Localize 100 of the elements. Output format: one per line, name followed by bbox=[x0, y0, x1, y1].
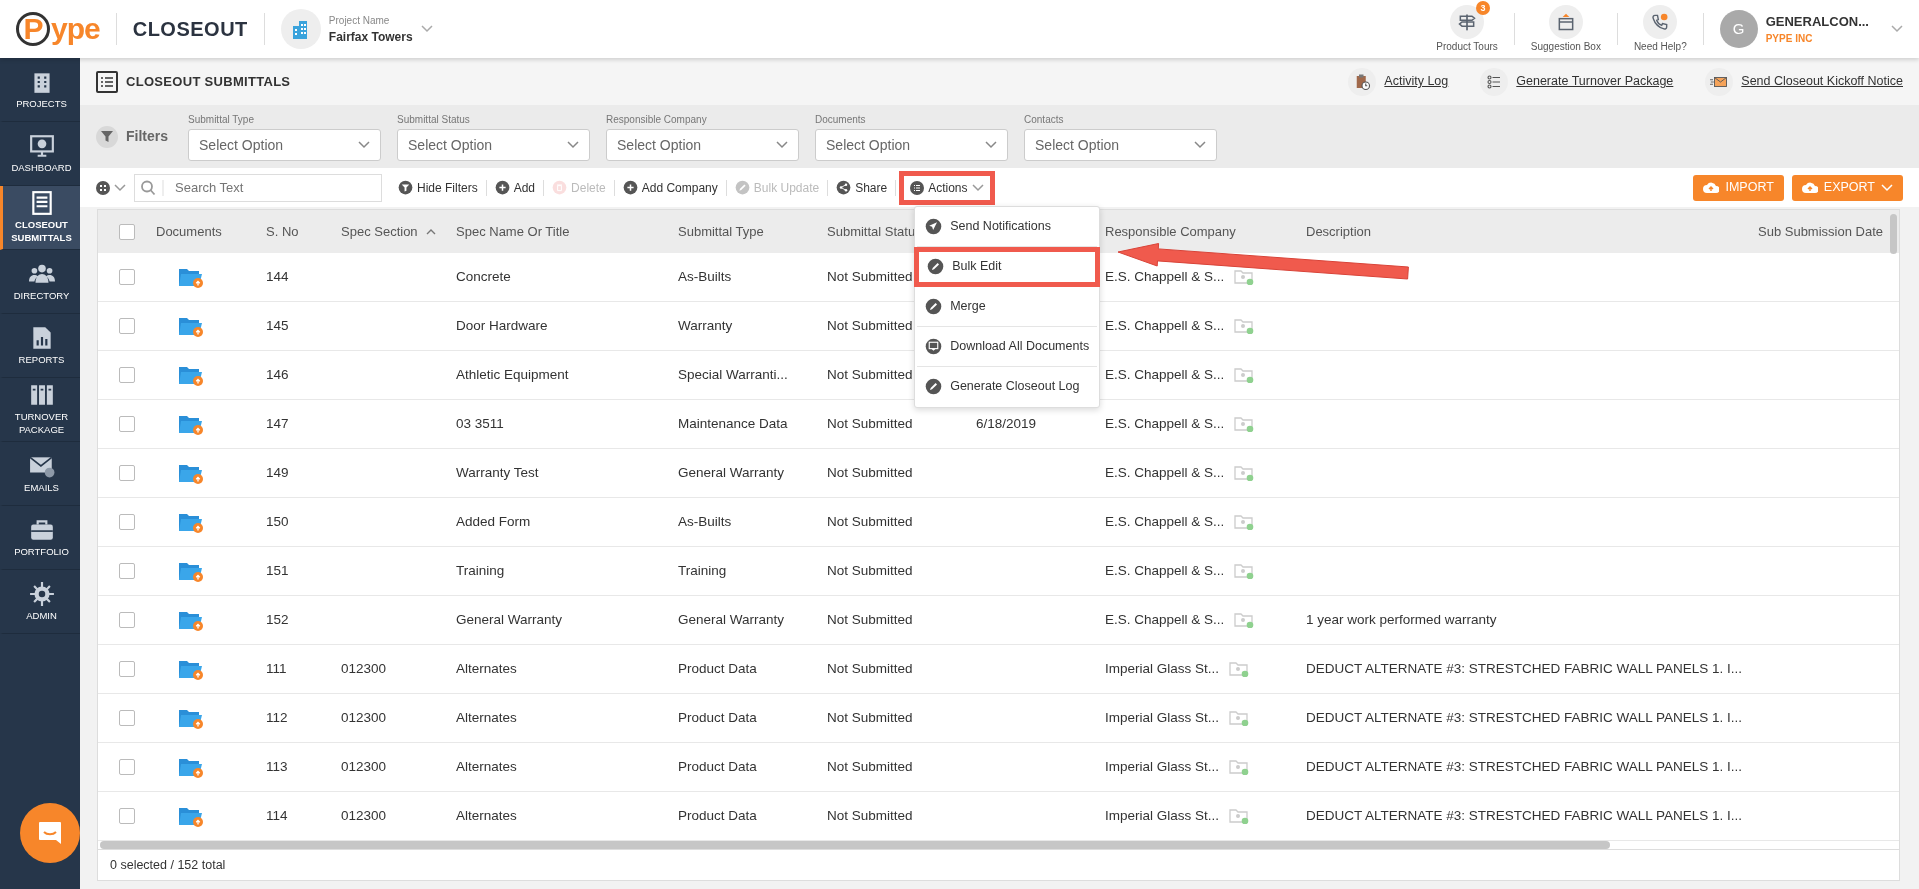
search-field[interactable]: Search Text bbox=[134, 173, 382, 202]
table-cell-text: Not Submitted bbox=[827, 659, 913, 678]
folder-upload-icon bbox=[178, 560, 204, 582]
table-cell-text: 012300 bbox=[341, 757, 387, 776]
table-cell-text: As-Builts bbox=[678, 267, 732, 286]
column-header[interactable]: Responsible Company bbox=[1105, 221, 1236, 242]
row-checkbox[interactable] bbox=[119, 563, 135, 579]
table-cell-text: Not Submitted bbox=[827, 806, 913, 825]
select-all-checkbox[interactable] bbox=[119, 223, 135, 240]
header-link[interactable]: Generate Turnover Package bbox=[1516, 72, 1674, 91]
header-link[interactable]: Activity Log bbox=[1384, 72, 1449, 91]
folder-upload-icon bbox=[178, 609, 204, 631]
column-header[interactable]: Submittal Statu bbox=[827, 221, 916, 242]
filter-label: Documents bbox=[815, 113, 867, 127]
sidebar-item[interactable]: EMAILS bbox=[0, 442, 80, 506]
view-toggle[interactable] bbox=[96, 180, 126, 195]
menu-item[interactable]: Bulk Edit bbox=[914, 246, 1101, 287]
row-checkbox[interactable] bbox=[119, 367, 135, 383]
contact-folder-icon bbox=[1234, 612, 1255, 628]
gear-icon bbox=[28, 580, 55, 607]
filter-dropdown[interactable]: Select Option bbox=[815, 129, 1008, 161]
sidebar-item[interactable]: TURNOVER PACKAGE bbox=[0, 378, 80, 442]
company-name: PYPE INC bbox=[1765, 32, 1814, 47]
table-cell-text: E.S. Chappell & S... bbox=[1105, 267, 1225, 286]
table-cell-text: Not Submitted bbox=[827, 365, 913, 384]
contact-folder-icon bbox=[1234, 269, 1255, 285]
row-checkbox[interactable] bbox=[119, 661, 135, 677]
folder-upload-icon bbox=[178, 658, 204, 680]
top-action-button[interactable] bbox=[1643, 4, 1678, 39]
folder-upload-icon bbox=[178, 511, 204, 533]
chevron-down-icon bbox=[971, 183, 984, 192]
pencil-icon bbox=[925, 297, 943, 315]
table-cell-text: Alternates bbox=[456, 659, 517, 678]
table-cell-text: Special Warranti... bbox=[678, 365, 788, 384]
horizontal-scrollbar[interactable] bbox=[100, 841, 1610, 849]
top-action-button[interactable] bbox=[1548, 4, 1583, 39]
table-cell-text: Not Submitted bbox=[827, 316, 913, 335]
contact-folder-icon bbox=[1229, 759, 1250, 775]
column-header[interactable]: Description bbox=[1306, 221, 1372, 242]
toolbar-button[interactable]: Hide Filters bbox=[390, 179, 487, 196]
chevron-down-icon bbox=[567, 141, 579, 149]
top-action-button[interactable] bbox=[1450, 4, 1485, 39]
row-checkbox[interactable] bbox=[119, 514, 135, 530]
contact-folder-icon bbox=[1234, 465, 1255, 481]
row-checkbox[interactable] bbox=[119, 269, 135, 285]
sidebar-item[interactable]: CLOSEOUT SUBMITTALS bbox=[0, 186, 80, 250]
table-cell-text: Imperial Glass St... bbox=[1105, 708, 1220, 727]
sidebar-item[interactable]: REPORTS bbox=[0, 314, 80, 378]
table-cell-text: 146 bbox=[266, 365, 289, 384]
table-cell-text: Door Hardware bbox=[456, 316, 548, 335]
contact-folder-icon bbox=[1234, 416, 1255, 432]
table-cell-text: Not Submitted bbox=[827, 708, 913, 727]
filter-icon bbox=[101, 130, 113, 143]
folder-upload-icon bbox=[178, 805, 204, 827]
user-name: GENERALCON... bbox=[1765, 12, 1869, 31]
chevron-down-icon bbox=[776, 141, 788, 149]
filter-dropdown[interactable]: Select Option bbox=[397, 129, 590, 161]
sidebar-item[interactable]: PORTFOLIO bbox=[0, 506, 80, 570]
table-cell-text: Training bbox=[678, 561, 727, 580]
filter-label: Responsible Company bbox=[606, 113, 708, 127]
row-checkbox[interactable] bbox=[119, 465, 135, 481]
contact-folder-icon bbox=[1234, 563, 1255, 579]
row-checkbox[interactable] bbox=[119, 416, 135, 432]
top-action-label: Suggestion Box bbox=[1530, 39, 1601, 54]
selection-count: 0 selected / 152 total bbox=[98, 849, 1899, 881]
column-header[interactable]: Sub Submission Date bbox=[1758, 221, 1883, 242]
row-checkbox[interactable] bbox=[119, 710, 135, 726]
vertical-scrollbar[interactable] bbox=[1890, 214, 1897, 254]
toolbar-button[interactable]: Add Company bbox=[614, 179, 727, 196]
project-name[interactable]: Fairfax Towers bbox=[328, 27, 413, 46]
column-header[interactable]: Spec Name Or Title bbox=[456, 221, 570, 242]
contact-folder-icon bbox=[1229, 661, 1250, 677]
toolbar-button[interactable]: Add bbox=[486, 179, 545, 196]
table-cell-text: E.S. Chappell & S... bbox=[1105, 561, 1225, 580]
sidebar-item[interactable]: DIRECTORY bbox=[0, 250, 80, 314]
header-link[interactable]: Send Closeout Kickoff Notice bbox=[1741, 72, 1903, 91]
column-header[interactable]: Documents bbox=[156, 221, 222, 242]
filter-dropdown[interactable]: Select Option bbox=[1024, 129, 1217, 161]
row-checkbox[interactable] bbox=[119, 759, 135, 775]
table-cell-text: As-Builts bbox=[678, 512, 732, 531]
sidebar-item[interactable]: ADMIN bbox=[0, 570, 80, 634]
table-cell-text: Product Data bbox=[678, 708, 757, 727]
row-checkbox[interactable] bbox=[119, 612, 135, 628]
table-cell-text: 152 bbox=[266, 610, 289, 629]
filter-dropdown[interactable]: Select Option bbox=[188, 129, 381, 161]
filter-label: Contacts bbox=[1024, 113, 1065, 127]
column-header[interactable]: Submittal Type bbox=[678, 221, 764, 242]
toolbar-button[interactable]: Share bbox=[828, 179, 897, 196]
row-checkbox[interactable] bbox=[119, 318, 135, 334]
filter-dropdown[interactable]: Select Option bbox=[606, 129, 799, 161]
actions-dropdown-button[interactable]: Actions bbox=[899, 170, 995, 205]
table-cell-text: Maintenance Data bbox=[678, 414, 788, 433]
row-checkbox[interactable] bbox=[119, 808, 135, 824]
table-cell-text: 112 bbox=[266, 708, 288, 727]
table-cell-text: E.S. Chappell & S... bbox=[1105, 463, 1225, 482]
column-header[interactable]: Spec Section bbox=[341, 221, 418, 242]
table-cell-text: Not Submitted bbox=[827, 414, 913, 433]
table-cell-text: DEDUCT ALTERNATE #3: STRESTCHED FABRIC WALL PANELS 1. I... bbox=[1306, 757, 1743, 776]
column-header[interactable]: S. No bbox=[266, 221, 299, 242]
menu-item[interactable]: Send Notifications bbox=[917, 206, 1098, 247]
